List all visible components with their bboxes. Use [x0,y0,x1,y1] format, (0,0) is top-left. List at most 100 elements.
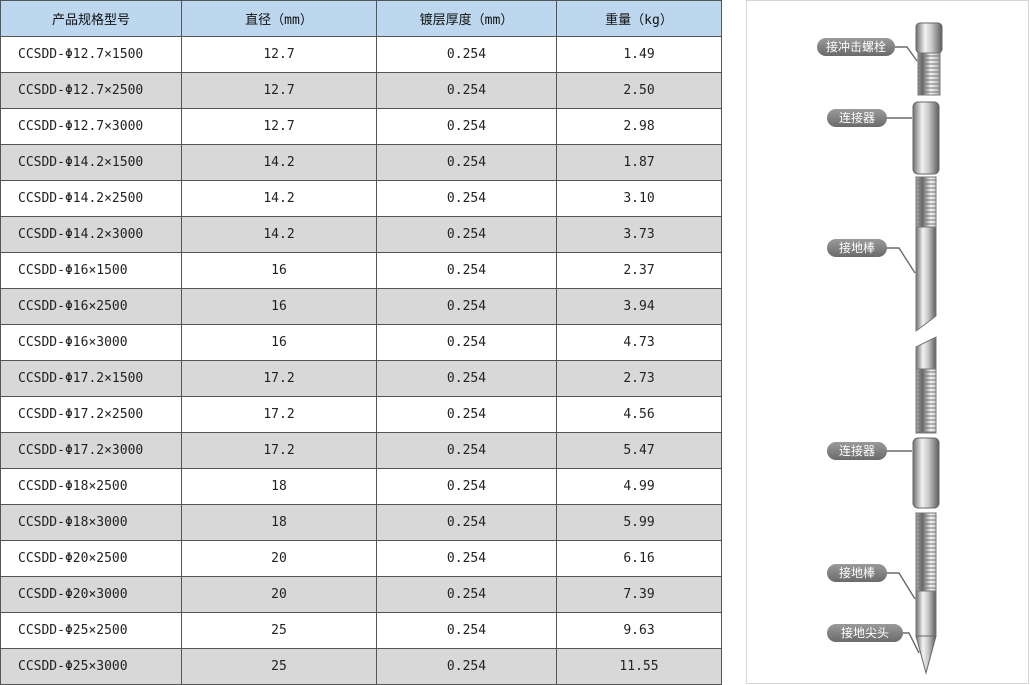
cell-coating-thickness: 0.254 [376,360,557,397]
cell-diameter: 16 [181,324,377,361]
cell-coating-thickness: 0.254 [376,648,557,685]
cell-model: CCSDD-Φ17.2×1500 [0,360,182,397]
cell-coating-thickness: 0.254 [376,504,557,541]
cell-diameter: 20 [181,540,377,577]
cell-model: CCSDD-Φ12.7×2500 [0,72,182,109]
cell-diameter: 17.2 [181,396,377,433]
label-ground-rod-2: 接地棒 [827,564,887,582]
cell-diameter: 16 [181,288,377,325]
ground-rod-part-2 [915,512,937,675]
cell-coating-thickness: 0.254 [376,576,557,613]
cell-weight: 4.99 [556,468,722,505]
cell-model: CCSDD-Φ20×3000 [0,576,182,613]
cell-model: CCSDD-Φ16×3000 [0,324,182,361]
cell-weight: 11.55 [556,648,722,685]
column-header-coating: 镀层厚度（mm） [376,0,557,37]
cell-diameter: 14.2 [181,144,377,181]
cell-diameter: 14.2 [181,180,377,217]
table-row: CCSDD-Φ25×3000 25 0.254 11.55 [0,648,722,685]
table-row: CCSDD-Φ16×3000 16 0.254 4.73 [0,324,722,361]
cell-diameter: 25 [181,648,377,685]
table-row: CCSDD-Φ17.2×3000 17.2 0.254 5.47 [0,432,722,469]
table-row: CCSDD-Φ20×3000 20 0.254 7.39 [0,576,722,613]
cell-coating-thickness: 0.254 [376,144,557,181]
cell-diameter: 12.7 [181,108,377,145]
cell-model: CCSDD-Φ17.2×2500 [0,396,182,433]
impact-bolt-part [915,22,943,96]
cell-weight: 5.47 [556,432,722,469]
label-impact-bolt: 接冲击螺栓 [817,38,895,56]
cell-coating-thickness: 0.254 [376,612,557,649]
cell-coating-thickness: 0.254 [376,180,557,217]
cell-model: CCSDD-Φ16×1500 [0,252,182,289]
cell-diameter: 14.2 [181,216,377,253]
ground-rod-part-lower [915,336,937,434]
cell-weight: 2.73 [556,360,722,397]
cell-weight: 3.10 [556,180,722,217]
table-row: CCSDD-Φ17.2×2500 17.2 0.254 4.56 [0,396,722,433]
cell-weight: 4.73 [556,324,722,361]
cell-coating-thickness: 0.254 [376,36,557,73]
cell-diameter: 18 [181,504,377,541]
table-row: CCSDD-Φ14.2×2500 14.2 0.254 3.10 [0,180,722,217]
cell-model: CCSDD-Φ14.2×1500 [0,144,182,181]
cell-weight: 1.49 [556,36,722,73]
cell-model: CCSDD-Φ16×2500 [0,288,182,325]
cell-weight: 2.98 [556,108,722,145]
ground-rod-part-1 [915,176,937,332]
column-header-model: 产品规格型号 [0,0,182,37]
cell-coating-thickness: 0.254 [376,288,557,325]
label-ground-tip: 接地尖头 [827,624,903,642]
cell-diameter: 16 [181,252,377,289]
cell-model: CCSDD-Φ18×3000 [0,504,182,541]
cell-diameter: 18 [181,468,377,505]
cell-model: CCSDD-Φ14.2×2500 [0,180,182,217]
cell-diameter: 20 [181,576,377,613]
cell-model: CCSDD-Φ25×2500 [0,612,182,649]
connector-part-1 [912,101,940,175]
cell-coating-thickness: 0.254 [376,540,557,577]
cell-weight: 7.39 [556,576,722,613]
grounding-assembly-illustration [879,22,943,675]
cell-coating-thickness: 0.254 [376,432,557,469]
cell-coating-thickness: 0.254 [376,324,557,361]
table-row: CCSDD-Φ17.2×1500 17.2 0.254 2.73 [0,360,722,397]
column-header-diameter: 直径（mm） [181,0,377,37]
cell-diameter: 12.7 [181,72,377,109]
spec-table: 产品规格型号 直径（mm） 镀层厚度（mm） 重量（kg） CCSDD-Φ12.… [0,0,722,685]
cell-weight: 9.63 [556,612,722,649]
cell-weight: 5.99 [556,504,722,541]
cell-coating-thickness: 0.254 [376,252,557,289]
table-row: CCSDD-Φ25×2500 25 0.254 9.63 [0,612,722,649]
cell-coating-thickness: 0.254 [376,396,557,433]
table-row: CCSDD-Φ14.2×3000 14.2 0.254 3.73 [0,216,722,253]
cell-model: CCSDD-Φ17.2×3000 [0,432,182,469]
cell-diameter: 12.7 [181,36,377,73]
cell-weight: 6.16 [556,540,722,577]
label-connector-2: 连接器 [827,442,887,460]
label-connector-1: 连接器 [827,109,887,127]
cell-model: CCSDD-Φ18×2500 [0,468,182,505]
cell-weight: 3.94 [556,288,722,325]
cell-model: CCSDD-Φ12.7×1500 [0,36,182,73]
column-header-weight: 重量（kg） [556,0,722,37]
cell-model: CCSDD-Φ12.7×3000 [0,108,182,145]
cell-coating-thickness: 0.254 [376,108,557,145]
grounding-assembly-diagram: 接冲击螺栓 连接器 接地棒 连接器 接地棒 接地尖头 [746,0,1029,684]
cell-model: CCSDD-Φ25×3000 [0,648,182,685]
cell-model: CCSDD-Φ20×2500 [0,540,182,577]
table-row: CCSDD-Φ12.7×2500 12.7 0.254 2.50 [0,72,722,109]
cell-weight: 4.56 [556,396,722,433]
cell-coating-thickness: 0.254 [376,72,557,109]
table-row: CCSDD-Φ16×2500 16 0.254 3.94 [0,288,722,325]
table-header-row: 产品规格型号 直径（mm） 镀层厚度（mm） 重量（kg） [0,0,722,37]
table-row: CCSDD-Φ12.7×3000 12.7 0.254 2.98 [0,108,722,145]
table-row: CCSDD-Φ18×2500 18 0.254 4.99 [0,468,722,505]
connector-part-2 [912,437,940,509]
cell-weight: 2.50 [556,72,722,109]
table-row: CCSDD-Φ12.7×1500 12.7 0.254 1.49 [0,36,722,73]
cell-diameter: 17.2 [181,432,377,469]
cell-diameter: 17.2 [181,360,377,397]
cell-weight: 1.87 [556,144,722,181]
table-row: CCSDD-Φ18×3000 18 0.254 5.99 [0,504,722,541]
